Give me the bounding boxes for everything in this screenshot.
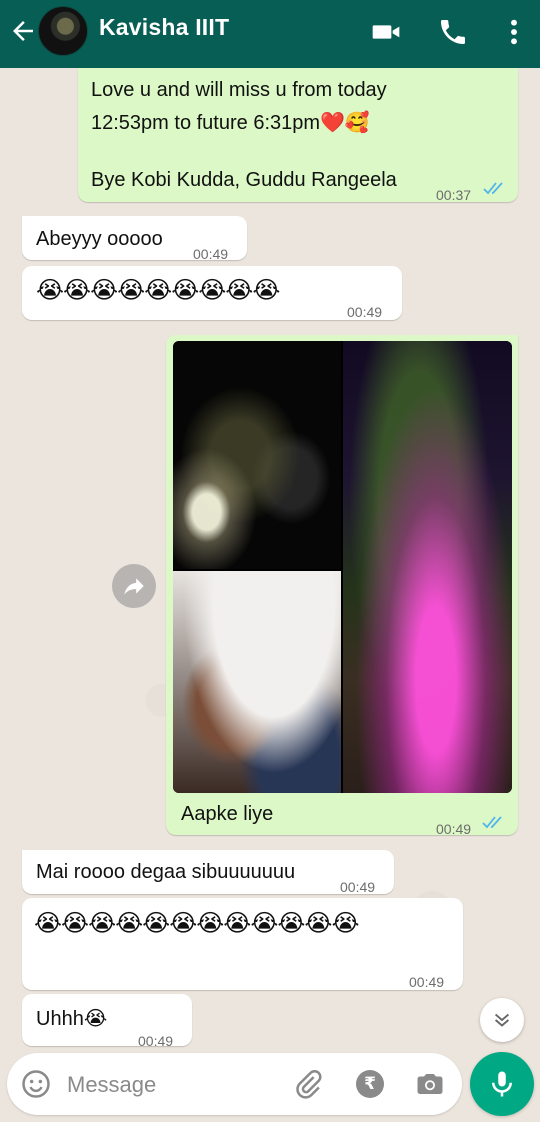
paperclip-icon[interactable] — [293, 1069, 323, 1099]
message-time: 00:37 — [436, 187, 472, 203]
message-time: 00:49 — [347, 304, 383, 320]
chat-header: Kavisha IIIT — [0, 0, 540, 68]
message-text: 😭😭😭😭😭😭😭😭😭😭😭😭 — [34, 910, 360, 937]
message-bubble-outgoing[interactable]: Love u and will miss u from today 12:53p… — [78, 68, 518, 203]
message-time: 00:49 — [138, 1033, 174, 1049]
phone-icon[interactable] — [437, 16, 469, 48]
message-time: 00:49 — [193, 246, 229, 262]
message-text-line: Love u and will miss u from today — [91, 79, 387, 101]
message-input[interactable] — [65, 1067, 279, 1103]
message-bubble-incoming[interactable]: 😭😭😭😭😭😭😭😭😭 00:49 — [22, 266, 402, 320]
voice-message-button[interactable] — [470, 1052, 534, 1116]
read-ticks-icon — [483, 182, 503, 195]
message-text-line: 12:53pm to future 6:31pm❤️🥰 — [91, 112, 370, 134]
scroll-to-bottom-button[interactable] — [480, 998, 524, 1042]
message-time: 00:49 — [409, 974, 445, 990]
message-text: 😭😭😭😭😭😭😭😭😭 — [36, 277, 280, 304]
contact-name[interactable]: Kavisha IIIT — [99, 14, 229, 41]
message-input-bar: ₹ — [7, 1053, 462, 1115]
photo-night-phone — [173, 341, 341, 569]
message-text: Abeyyy ooooo — [36, 228, 163, 250]
message-text: Uhhh😭 — [36, 1008, 108, 1030]
message-bubble-incoming[interactable]: Uhhh😭 00:49 — [22, 994, 192, 1049]
read-ticks-icon — [482, 816, 502, 829]
message-bubble-incoming[interactable]: 😭😭😭😭😭😭😭😭😭😭😭😭 00:49 — [22, 898, 463, 990]
forward-button[interactable] — [112, 564, 156, 608]
message-bubble-incoming[interactable]: Abeyyy ooooo 00:49 — [22, 216, 247, 262]
photo-collage[interactable] — [173, 341, 512, 793]
rupee-payment-button[interactable]: ₹ — [356, 1070, 384, 1098]
chevron-double-down-icon — [494, 1013, 510, 1027]
mic-icon — [492, 1071, 512, 1097]
photo-bonfire-chair — [343, 341, 512, 793]
emoji-icon[interactable] — [21, 1069, 51, 1099]
forward-icon — [124, 578, 144, 595]
message-bubble-incoming[interactable]: Mai roooo degaa sibuuuuuuu 00:49 — [22, 850, 394, 895]
back-arrow-icon[interactable] — [8, 16, 38, 46]
message-text: Mai roooo degaa sibuuuuuuu — [36, 861, 296, 883]
message-time: 00:49 — [436, 821, 472, 837]
photo-sleeping-stickers — [173, 571, 341, 793]
more-vert-icon[interactable] — [498, 16, 530, 48]
camera-icon[interactable] — [415, 1069, 445, 1099]
video-call-icon[interactable] — [370, 16, 402, 48]
message-text-line: Bye Kobi Kudda, Guddu Rangeela — [91, 169, 397, 191]
message-bubble-outgoing-photo[interactable]: Aapke liye 00:49 — [166, 335, 518, 837]
avatar[interactable] — [38, 6, 88, 56]
photo-caption: Aapke liye — [181, 803, 274, 825]
rupee-icon: ₹ — [364, 1074, 376, 1093]
